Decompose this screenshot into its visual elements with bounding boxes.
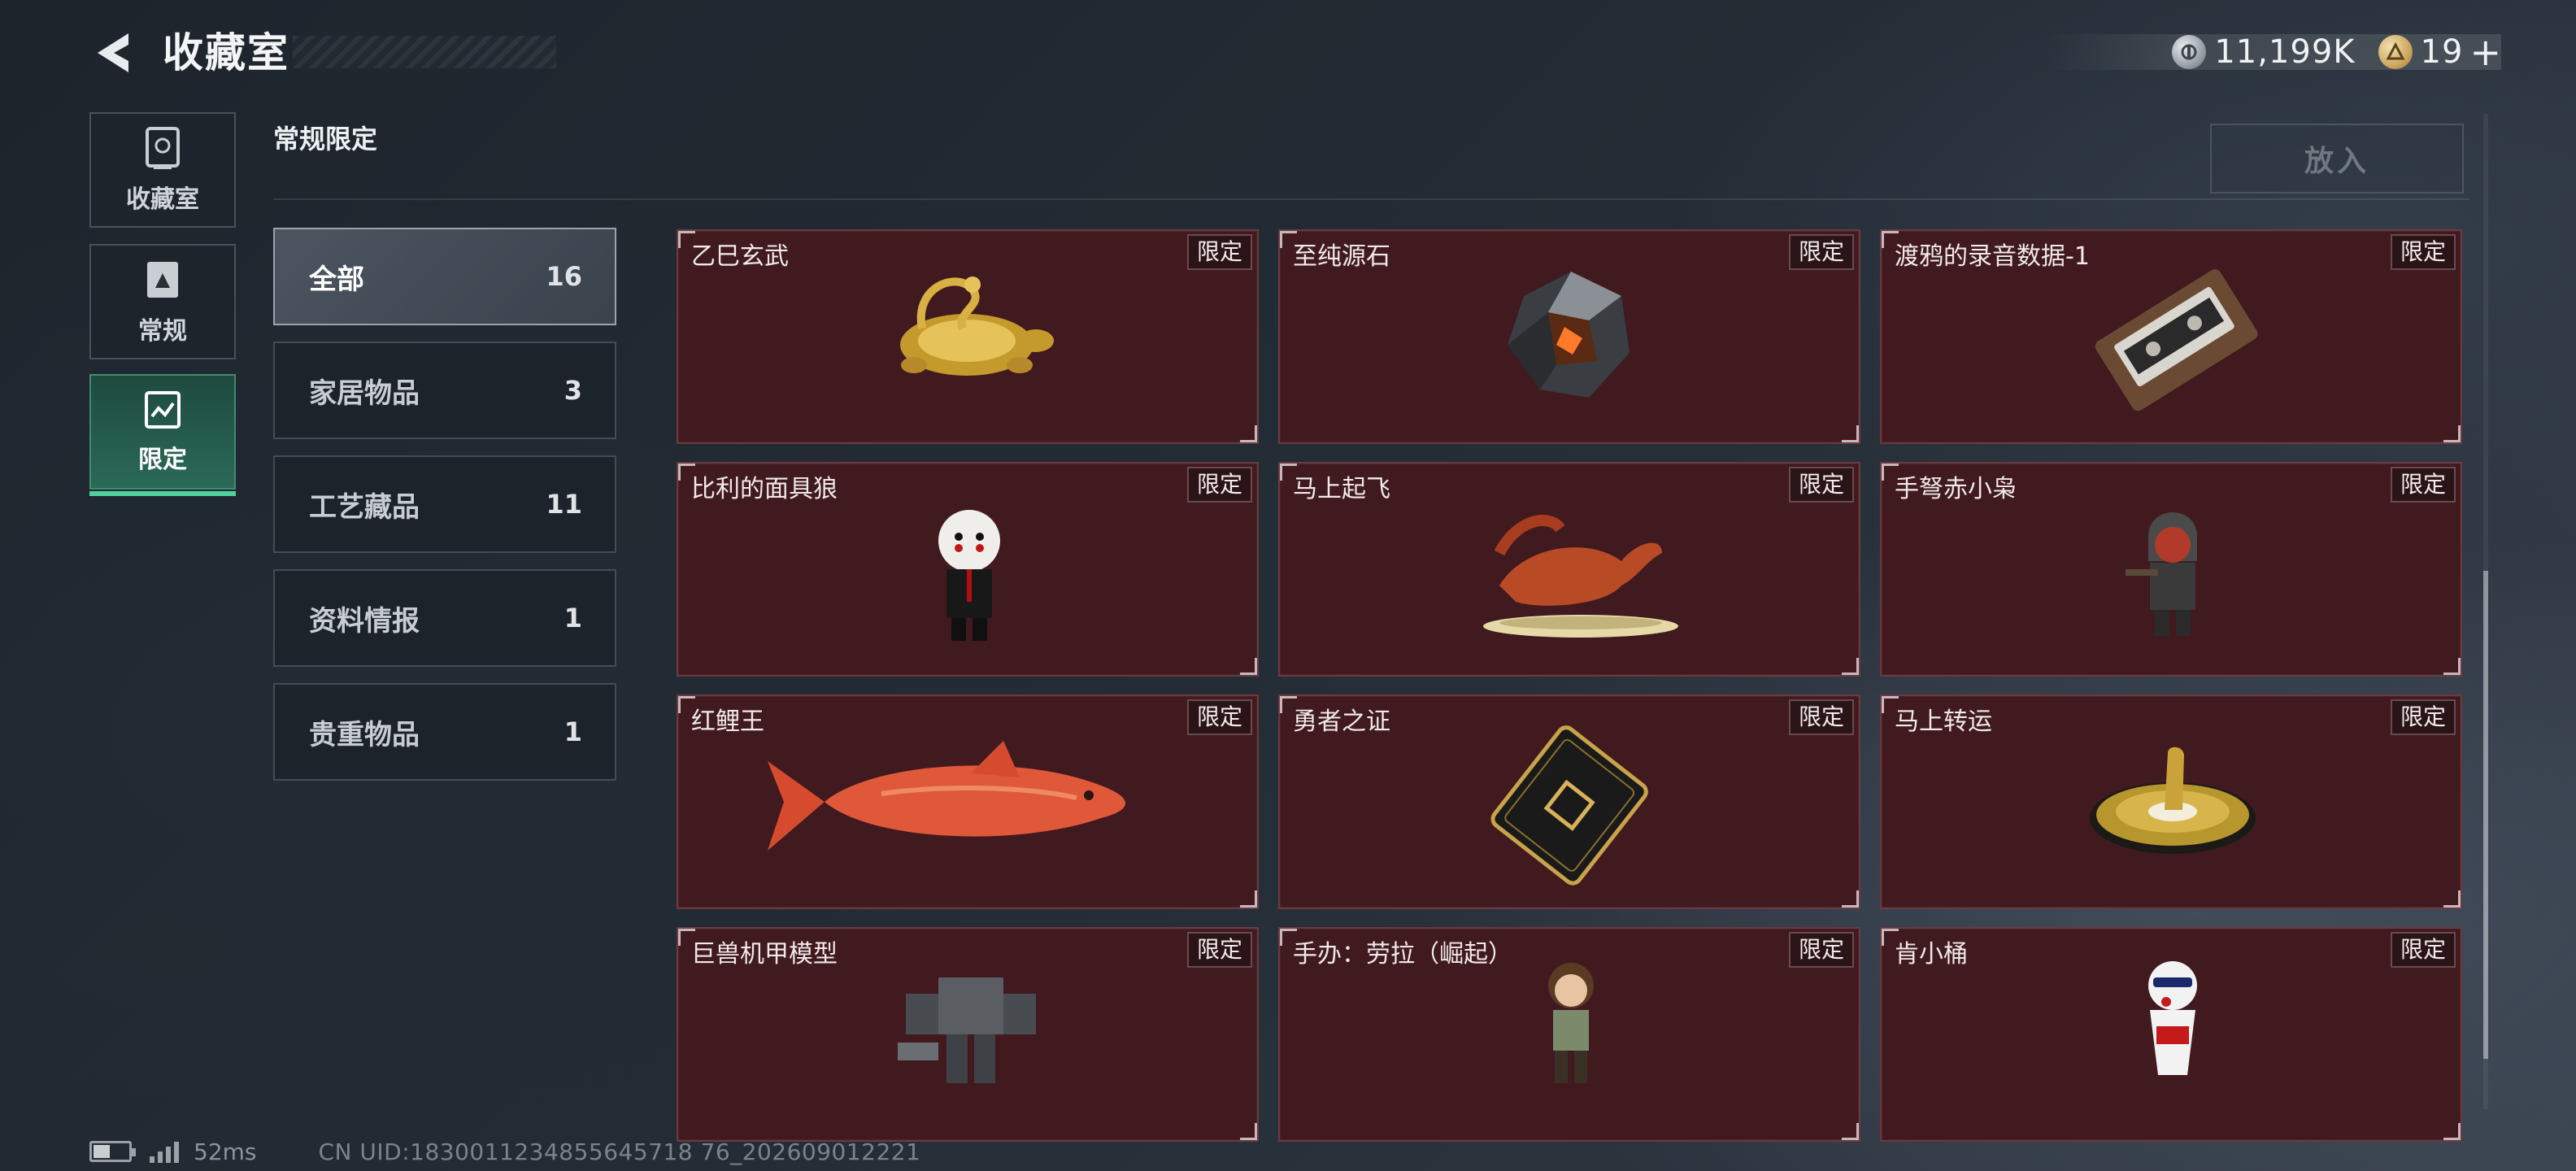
items-scrollbar[interactable] bbox=[2483, 114, 2488, 1109]
item-card-raven-tape[interactable]: 渡鸦的录音数据-1 限定 bbox=[1880, 229, 2462, 444]
ping-value: 52ms bbox=[194, 1138, 257, 1165]
item-card-golden-turtle[interactable]: 乙巳玄武 限定 bbox=[677, 229, 1259, 444]
category-count: 1 bbox=[564, 716, 582, 747]
gold-currency-value: 19 bbox=[2420, 33, 2464, 71]
category-label: 贵重物品 bbox=[309, 718, 420, 751]
limited-badge: 限定 bbox=[2390, 699, 2456, 735]
rail-item-limited[interactable]: 限定 bbox=[89, 374, 236, 496]
limited-badge: 限定 bbox=[2390, 467, 2456, 503]
uid-text: CN UID:1830011234855645718 76_2026090122… bbox=[318, 1138, 921, 1165]
category-all[interactable]: 全部 16 bbox=[273, 228, 616, 325]
limited-badge: 限定 bbox=[1186, 932, 1252, 968]
status-footer: 52ms CN UID:1830011234855645718 76_20260… bbox=[89, 1137, 920, 1166]
item-card-hero-proof[interactable]: 勇者之证 限定 bbox=[1278, 694, 1860, 909]
limited-badge: 限定 bbox=[1788, 467, 1854, 503]
place-in-button[interactable]: 放入 bbox=[2210, 124, 2464, 194]
category-valuables[interactable]: 贵重物品 1 bbox=[273, 683, 616, 781]
section-title: 常规限定 bbox=[273, 124, 378, 155]
rail-item-regular[interactable]: 常规 bbox=[89, 244, 236, 359]
item-card-pure-origin-stone[interactable]: 至纯源石 限定 bbox=[1278, 229, 1860, 444]
limited-badge: 限定 bbox=[1186, 234, 1252, 270]
item-card-bucket-figure[interactable]: 肯小桶 限定 bbox=[1880, 927, 2462, 1142]
item-name: 马上起飞 bbox=[1293, 475, 1390, 503]
item-name: 渡鸦的录音数据-1 bbox=[1895, 242, 2090, 271]
category-label: 家居物品 bbox=[309, 377, 420, 410]
category-label: 工艺藏品 bbox=[309, 490, 420, 524]
add-currency-button[interactable]: + bbox=[2469, 33, 2501, 71]
item-name: 手办：劳拉（崛起） bbox=[1293, 940, 1512, 969]
category-count: 3 bbox=[564, 375, 582, 406]
bucket-figure-icon bbox=[2148, 961, 2197, 1075]
item-card-red-carp[interactable]: 红鲤王 限定 bbox=[677, 694, 1259, 909]
title-decoration bbox=[293, 36, 556, 68]
item-name: 马上转运 bbox=[1895, 707, 1992, 736]
limited-badge: 限定 bbox=[2390, 234, 2456, 270]
regular-icon bbox=[147, 262, 178, 298]
category-intel[interactable]: 资料情报 1 bbox=[273, 569, 616, 667]
section-divider bbox=[273, 198, 2469, 200]
category-label: 资料情报 bbox=[309, 604, 420, 638]
category-count: 1 bbox=[564, 603, 582, 633]
limited-icon bbox=[145, 391, 181, 429]
item-card-lara-figure[interactable]: 手办：劳拉（崛起） 限定 bbox=[1278, 927, 1860, 1142]
page-title: 收藏室 bbox=[163, 29, 289, 76]
back-button[interactable] bbox=[88, 28, 137, 78]
battery-icon bbox=[89, 1141, 136, 1162]
item-card-golden-compass[interactable]: 马上转运 限定 bbox=[1880, 694, 2462, 909]
item-card-billy-puppet[interactable]: 比利的面具狼 限定 bbox=[677, 462, 1259, 677]
item-card-mech-model[interactable]: 巨兽机甲模型 限定 bbox=[677, 927, 1259, 1142]
silver-coin-icon bbox=[2172, 35, 2207, 69]
rail-label: 常规 bbox=[138, 317, 187, 346]
scrollbar-thumb[interactable] bbox=[2483, 571, 2488, 1059]
signal-icon bbox=[150, 1140, 182, 1163]
category-home-items[interactable]: 家居物品 3 bbox=[273, 342, 616, 439]
item-card-flying-horse[interactable]: 马上起飞 限定 bbox=[1278, 462, 1860, 677]
item-name: 肯小桶 bbox=[1895, 940, 1968, 969]
collection-room-icon bbox=[146, 127, 180, 169]
limited-badge: 限定 bbox=[1186, 467, 1252, 503]
category-count: 16 bbox=[546, 261, 582, 292]
limited-badge: 限定 bbox=[1788, 699, 1854, 735]
category-label: 全部 bbox=[309, 263, 364, 296]
rail-label: 限定 bbox=[138, 446, 187, 474]
item-name: 乙巳玄武 bbox=[691, 242, 789, 271]
item-name: 巨兽机甲模型 bbox=[691, 940, 838, 969]
currency-silver[interactable]: 11,199K bbox=[2172, 33, 2355, 71]
category-crafts[interactable]: 工艺藏品 11 bbox=[273, 455, 616, 553]
currency-bar: 11,199K 19 + bbox=[2046, 33, 2501, 71]
limited-badge: 限定 bbox=[1186, 699, 1252, 735]
back-arrow-icon bbox=[98, 33, 128, 72]
item-name: 至纯源石 bbox=[1293, 242, 1390, 271]
item-name: 红鲤王 bbox=[691, 707, 764, 736]
rail-label: 收藏室 bbox=[126, 185, 199, 214]
rail-item-collection-room[interactable]: 收藏室 bbox=[89, 112, 236, 228]
limited-badge: 限定 bbox=[2390, 932, 2456, 968]
item-name: 手弩赤小枭 bbox=[1895, 475, 2017, 503]
item-name: 比利的面具狼 bbox=[691, 475, 838, 503]
item-name: 勇者之证 bbox=[1293, 707, 1390, 736]
limited-badge: 限定 bbox=[1788, 234, 1854, 270]
limited-badge: 限定 bbox=[1788, 932, 1854, 968]
item-card-crossbow-owl[interactable]: 手弩赤小枭 限定 bbox=[1880, 462, 2462, 677]
gold-badge-icon bbox=[2378, 35, 2413, 69]
currency-gold[interactable]: 19 + bbox=[2378, 33, 2501, 71]
category-count: 11 bbox=[546, 489, 582, 520]
silver-currency-value: 11,199K bbox=[2214, 33, 2356, 71]
red-carp-icon bbox=[768, 741, 1125, 851]
